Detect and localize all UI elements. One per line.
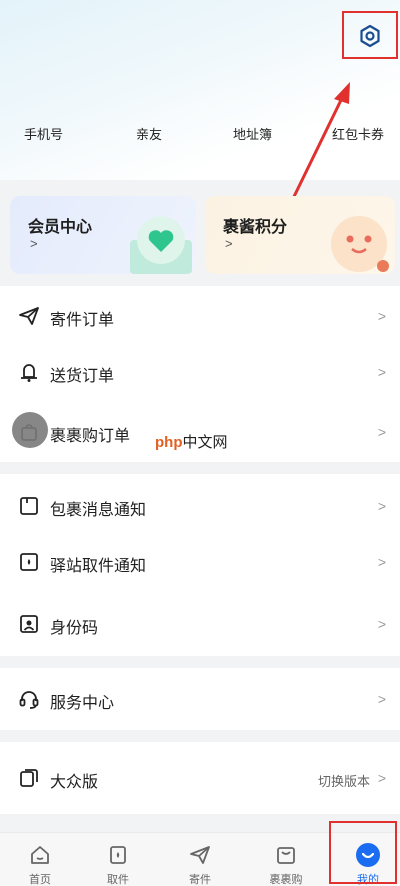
headset-icon bbox=[19, 691, 39, 709]
chevron-right-icon: > bbox=[377, 424, 386, 440]
floating-assistant-button[interactable] bbox=[12, 412, 48, 448]
pickup-icon bbox=[110, 846, 126, 864]
tab-label: 首页 bbox=[29, 874, 51, 886]
tab-pickup[interactable]: 取件 bbox=[78, 833, 158, 886]
mascot-icon bbox=[331, 216, 389, 272]
member-center-title: 会员中心 bbox=[28, 219, 93, 236]
settings-highlight-box bbox=[342, 11, 398, 59]
tab-label: 裹裹购 bbox=[269, 874, 303, 886]
chevron-right-icon: > bbox=[377, 616, 386, 632]
chevron-right-icon: > bbox=[377, 691, 386, 707]
chevron-right-icon: > bbox=[377, 770, 386, 786]
quick-link-phone[interactable]: 手机号 bbox=[24, 124, 63, 143]
service-section: 服务中心 > bbox=[0, 668, 400, 730]
menu-row-delivery-orders[interactable]: 送货订单 > bbox=[0, 346, 400, 398]
menu-row-label: 身份码 bbox=[50, 620, 99, 637]
chevron-right-icon: > bbox=[377, 554, 386, 570]
watermark-brand: php bbox=[155, 434, 183, 451]
menu-row-label: 送货订单 bbox=[50, 368, 115, 385]
quick-link-address-book[interactable]: 地址簿 bbox=[233, 124, 272, 143]
mine-tab-highlight-box bbox=[329, 821, 397, 884]
shop-icon bbox=[277, 847, 295, 864]
points-card[interactable]: 裹酱积分 > bbox=[205, 196, 395, 274]
watermark: php中文网 bbox=[155, 431, 228, 452]
version-section: 大众版 切换版本 > bbox=[0, 742, 400, 814]
copy-icon bbox=[20, 769, 38, 787]
notifications-section: 包裹消息通知 > 驿站取件通知 > 身份码 > bbox=[0, 474, 400, 656]
watermark-text: 中文网 bbox=[182, 434, 228, 451]
quick-link-family[interactable]: 亲友 bbox=[136, 124, 162, 143]
menu-row-label: 寄件订单 bbox=[50, 312, 115, 329]
menu-row-label: 包裹消息通知 bbox=[50, 502, 147, 519]
chevron-right-icon: > bbox=[377, 308, 386, 324]
member-center-card[interactable]: 会员中心 > bbox=[10, 196, 196, 274]
package-icon bbox=[20, 497, 38, 515]
id-card-icon bbox=[20, 615, 38, 633]
tab-shop[interactable]: 裹裹购 bbox=[246, 833, 326, 886]
menu-row-service-center[interactable]: 服务中心 > bbox=[0, 673, 400, 725]
menu-row-label: 大众版 bbox=[50, 774, 99, 791]
points-arrow: > bbox=[225, 236, 233, 251]
station-icon bbox=[20, 553, 38, 571]
header-area bbox=[0, 0, 400, 180]
tab-label: 取件 bbox=[107, 874, 129, 886]
member-heart-icon bbox=[130, 216, 192, 274]
menu-row-station-notice[interactable]: 驿站取件通知 > bbox=[0, 536, 400, 588]
tab-label: 寄件 bbox=[189, 874, 211, 886]
bell-icon bbox=[21, 364, 37, 382]
paper-plane-icon bbox=[19, 307, 39, 325]
menu-row-label: 驿站取件通知 bbox=[50, 558, 147, 575]
send-icon bbox=[190, 846, 210, 864]
quick-links-bar: 手机号 亲友 地址簿 红包卡券 bbox=[0, 118, 400, 148]
chevron-right-icon: > bbox=[377, 364, 386, 380]
tab-send[interactable]: 寄件 bbox=[160, 833, 240, 886]
menu-row-shipping-orders[interactable]: 寄件订单 > bbox=[0, 290, 400, 342]
chevron-right-icon: > bbox=[377, 498, 386, 514]
home-icon bbox=[31, 846, 49, 864]
menu-row-label: 裹裹购订单 bbox=[50, 428, 131, 445]
member-center-arrow: > bbox=[30, 236, 38, 251]
menu-row-version[interactable]: 大众版 切换版本 > bbox=[0, 752, 400, 804]
menu-row-package-notice[interactable]: 包裹消息通知 > bbox=[0, 480, 400, 532]
points-title: 裹酱积分 bbox=[223, 219, 288, 236]
menu-row-label: 服务中心 bbox=[50, 695, 115, 712]
quick-link-coupons[interactable]: 红包卡券 bbox=[332, 124, 384, 143]
menu-row-id-code[interactable]: 身份码 > bbox=[0, 598, 400, 650]
tab-home[interactable]: 首页 bbox=[0, 833, 80, 886]
switch-version-text[interactable]: 切换版本 bbox=[318, 771, 370, 790]
